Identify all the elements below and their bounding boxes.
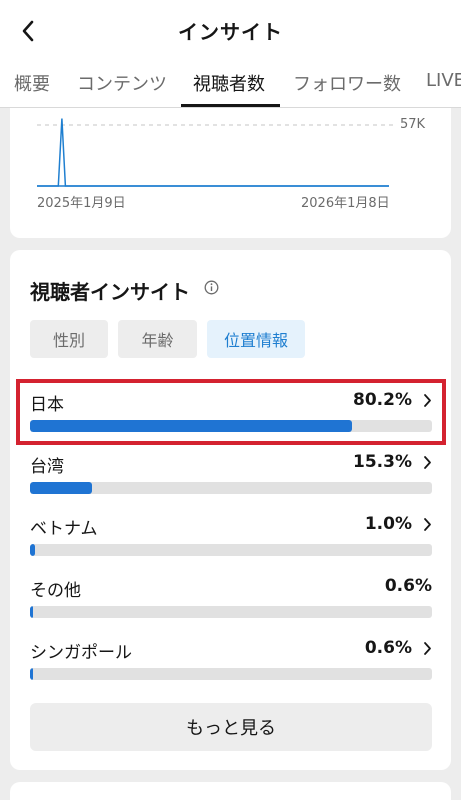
percent-bar-fill bbox=[30, 482, 92, 494]
filter-gender[interactable]: 性別 bbox=[30, 320, 108, 358]
tab-live[interactable]: LIVE bbox=[426, 70, 461, 91]
filter-location-label: 位置情報 bbox=[223, 331, 288, 350]
filter-age-label: 年齢 bbox=[141, 331, 174, 350]
tab-bar: 概要 コンテンツ 視聴者数 フォロワー数 LIVE bbox=[0, 62, 461, 108]
location-name: 日本 bbox=[30, 395, 64, 415]
percent-bar-track bbox=[30, 482, 432, 494]
tab-viewers[interactable]: 視聴者数 bbox=[193, 70, 265, 96]
location-percent: 15.3% bbox=[353, 452, 412, 472]
audience-insights-card: 視聴者インサイト 性別 年齢 位置情報 日本 80.2% 台湾 15.3% ベトナム 1.… bbox=[10, 250, 451, 770]
chevron-right-icon bbox=[424, 394, 431, 407]
percent-bar-fill bbox=[30, 420, 352, 432]
tab-followers[interactable]: フォロワー数 bbox=[293, 70, 401, 96]
reference-line-label: 57K bbox=[400, 117, 426, 132]
active-tab-indicator bbox=[181, 104, 280, 107]
section-title: 視聴者インサイト bbox=[30, 280, 190, 304]
location-name: ベトナム bbox=[30, 519, 98, 539]
page-title: インサイト bbox=[178, 20, 283, 44]
percent-bar-track bbox=[30, 606, 432, 618]
filter-location[interactable]: 位置情報 bbox=[207, 320, 305, 358]
percent-bar-fill bbox=[30, 606, 33, 618]
percent-bar-track bbox=[30, 420, 432, 432]
location-row[interactable]: シンガポール 0.6% bbox=[30, 638, 432, 690]
location-percent: 1.0% bbox=[364, 514, 412, 534]
location-row[interactable]: 台湾 15.3% bbox=[30, 452, 432, 504]
location-row[interactable]: 日本 80.2% bbox=[30, 390, 432, 442]
viewers-chart-card: 57K 2025年1月9日 2026年1月8日 bbox=[10, 108, 451, 238]
viewers-line-chart bbox=[37, 118, 394, 187]
chevron-right-icon bbox=[424, 642, 431, 655]
top-bar: インサイト 概要 コンテンツ 視聴者数 フォロワー数 LIVE bbox=[0, 0, 461, 108]
location-percent: 0.6% bbox=[364, 638, 412, 658]
viewers-series-line bbox=[37, 118, 389, 187]
location-row: その他 0.6% bbox=[30, 576, 432, 628]
percent-bar-fill bbox=[30, 544, 35, 556]
tab-overview[interactable]: 概要 bbox=[14, 70, 50, 96]
location-percent: 80.2% bbox=[353, 390, 412, 410]
filter-age[interactable]: 年齢 bbox=[118, 320, 197, 358]
location-name: シンガポール bbox=[30, 643, 132, 663]
location-row[interactable]: ベトナム 1.0% bbox=[30, 514, 432, 566]
see-more-label: もっと見る bbox=[186, 718, 276, 739]
location-name: その他 bbox=[30, 581, 81, 601]
percent-bar-track bbox=[30, 544, 432, 556]
filter-gender-label: 性別 bbox=[52, 331, 85, 350]
chevron-right-icon bbox=[424, 518, 431, 531]
see-more-button[interactable]: もっと見る bbox=[30, 703, 432, 751]
next-card bbox=[10, 782, 451, 800]
percent-bar-fill bbox=[30, 668, 33, 680]
percent-bar-track bbox=[30, 668, 432, 680]
location-percent: 0.6% bbox=[384, 576, 432, 596]
x-axis-start-label: 2025年1月9日 bbox=[37, 196, 126, 211]
tab-content[interactable]: コンテンツ bbox=[77, 70, 167, 96]
location-name: 台湾 bbox=[30, 457, 64, 477]
info-icon[interactable] bbox=[204, 280, 219, 295]
x-axis-end-label: 2026年1月8日 bbox=[301, 196, 390, 211]
chevron-right-icon bbox=[424, 456, 431, 469]
